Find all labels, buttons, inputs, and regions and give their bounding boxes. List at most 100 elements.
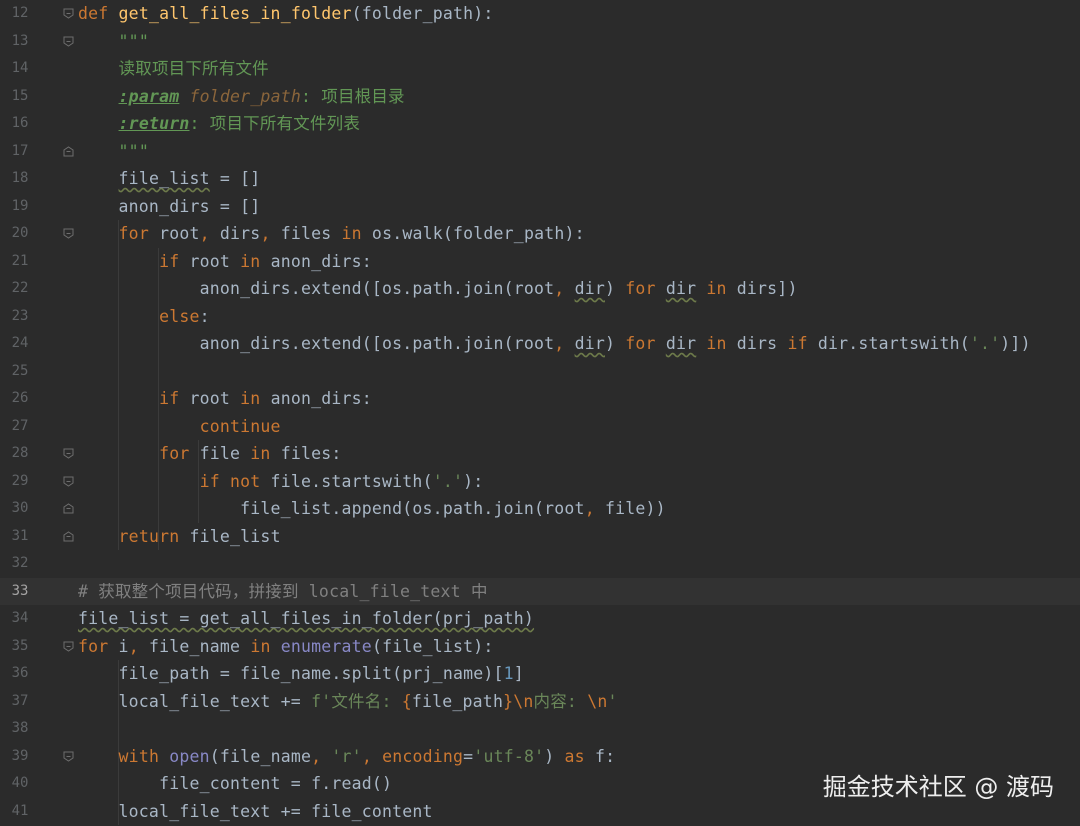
code-line[interactable]: 28 for file in files: xyxy=(0,440,1080,468)
fold-open-icon[interactable] xyxy=(63,448,74,459)
line-number: 39 xyxy=(11,747,29,764)
fold-open-icon[interactable] xyxy=(63,228,74,239)
code-token: ): xyxy=(463,471,484,491)
code-token: for xyxy=(78,636,109,656)
code-token: if xyxy=(159,389,180,408)
code-line[interactable]: 33 # 获取整个项目代码，拼接到 local_file_text 中 xyxy=(0,577,1080,605)
fold-close-icon[interactable] xyxy=(63,145,74,157)
code-line[interactable]: 25 xyxy=(0,358,1080,386)
code-line[interactable]: 29 if not file.startswith('.'): xyxy=(0,468,1080,496)
code-token: as xyxy=(564,746,585,766)
code-line[interactable]: 19 anon_dirs = [] xyxy=(0,193,1080,221)
code-token: """ xyxy=(118,141,149,161)
code-token: file_path = file_name.split(prj_name)[ xyxy=(78,664,504,683)
fold-open-icon[interactable] xyxy=(63,751,74,762)
line-number: 31 xyxy=(11,527,29,544)
fold-open-icon[interactable] xyxy=(63,8,74,19)
code-text: for i, file_name in enumerate(file_list)… xyxy=(78,633,494,661)
code-text: :return: 项目下所有文件列表 xyxy=(78,110,360,138)
code-token: \n xyxy=(587,691,608,711)
line-number: 19 xyxy=(11,197,29,214)
code-editor[interactable]: 12 def get_all_files_in_folder(folder_pat… xyxy=(0,0,1080,826)
code-token: file_name xyxy=(138,636,251,656)
fold-close-icon[interactable] xyxy=(63,530,74,542)
code-line[interactable]: 20 for root, dirs, files in os.walk(fold… xyxy=(0,220,1080,248)
code-token: return xyxy=(118,526,180,546)
code-token: anon_dirs.extend([os.path.join(root xyxy=(78,334,555,353)
code-token: file_list = get_all_files_in_folder(prj_… xyxy=(78,609,535,628)
code-line[interactable]: 14 读取项目下所有文件 xyxy=(0,55,1080,83)
code-token: file xyxy=(189,444,251,463)
code-line[interactable]: 22 anon_dirs.extend([os.path.join(root, … xyxy=(0,275,1080,303)
code-token: 内容: xyxy=(533,691,588,711)
code-text: file_list = [] xyxy=(78,165,261,193)
code-text: anon_dirs.extend([os.path.join(root, dir… xyxy=(78,275,798,303)
code-line[interactable]: 35 for i, file_name in enumerate(file_lis… xyxy=(0,633,1080,661)
code-line[interactable]: 34 file_list = get_all_files_in_folder(pr… xyxy=(0,605,1080,633)
code-line[interactable]: 27 continue xyxy=(0,413,1080,441)
fold-close-icon[interactable] xyxy=(63,503,74,514)
fold-open-icon[interactable] xyxy=(63,641,74,652)
code-token: dir.startswith( xyxy=(807,334,970,353)
code-token: '.' xyxy=(969,334,1001,353)
line-number: 17 xyxy=(11,142,29,159)
code-line[interactable]: 23 else: xyxy=(0,303,1080,331)
code-token: f'文件名: xyxy=(311,691,402,711)
code-token: enumerate xyxy=(280,636,372,656)
code-line[interactable]: 38 xyxy=(0,715,1080,743)
fold-open-icon[interactable] xyxy=(63,36,74,47)
code-line[interactable]: 24 anon_dirs.extend([os.path.join(root, … xyxy=(0,330,1080,358)
code-text: file_list.append(os.path.join(root, file… xyxy=(78,495,666,523)
code-token: in xyxy=(706,334,727,353)
code-line[interactable]: 30 file_list.append(os.path.join(root, f… xyxy=(0,495,1080,523)
code-line[interactable]: 26 if root in anon_dirs: xyxy=(0,385,1080,413)
code-line[interactable]: 18 file_list = [] xyxy=(0,165,1080,193)
code-token: for xyxy=(159,444,190,463)
code-token: : xyxy=(199,306,210,326)
code-line[interactable]: 37 local_file_text += f'文件名: {file_path}… xyxy=(0,688,1080,716)
code-line[interactable]: 32 xyxy=(0,550,1080,578)
line-number: 13 xyxy=(11,32,29,49)
code-token: if not xyxy=(199,471,261,491)
code-token: i xyxy=(108,636,129,656)
code-line[interactable]: 17 """ xyxy=(0,138,1080,166)
line-number: 12 xyxy=(11,5,29,21)
code-token: , xyxy=(311,746,322,766)
code-line[interactable]: 12 def get_all_files_in_folder(folder_pat… xyxy=(0,0,1080,28)
code-token: ) xyxy=(604,279,626,298)
code-text: continue xyxy=(78,413,281,441)
code-token: f: xyxy=(584,746,616,766)
code-text: anon_dirs.extend([os.path.join(root, dir… xyxy=(78,330,1031,358)
code-token: ' xyxy=(607,691,618,711)
code-token: ) xyxy=(604,334,626,353)
watermark: 掘金技术社区 @ 渡码 xyxy=(822,773,1054,801)
code-token: local_file_text += file_content xyxy=(78,801,433,821)
code-token: in xyxy=(250,636,271,656)
code-token: anon_dirs.extend([os.path.join(root xyxy=(78,279,555,298)
code-line[interactable]: 13 """ xyxy=(0,28,1080,56)
code-line[interactable]: 36 file_path = file_name.split(prj_name)… xyxy=(0,660,1080,688)
code-text: if root in anon_dirs: xyxy=(78,248,372,276)
code-line[interactable]: 15 :param folder_path: 项目根目录 xyxy=(0,83,1080,111)
code-line[interactable]: 21 if root in anon_dirs: xyxy=(0,248,1080,276)
code-token: os.walk(folder_path): xyxy=(361,224,585,243)
code-token: file_list xyxy=(179,526,281,546)
fold-open-icon[interactable] xyxy=(63,476,74,487)
code-line[interactable]: 31 return file_list xyxy=(0,523,1080,551)
code-line[interactable]: 39 with open(file_name, 'r', encoding='u… xyxy=(0,743,1080,771)
code-line[interactable]: 16 :return: 项目下所有文件列表 xyxy=(0,110,1080,138)
code-token: else xyxy=(159,306,200,326)
code-token: if xyxy=(787,334,808,353)
line-number: 37 xyxy=(11,692,29,709)
code-token: , xyxy=(554,279,565,298)
code-token: = [] xyxy=(209,169,261,188)
line-number: 23 xyxy=(11,307,29,324)
